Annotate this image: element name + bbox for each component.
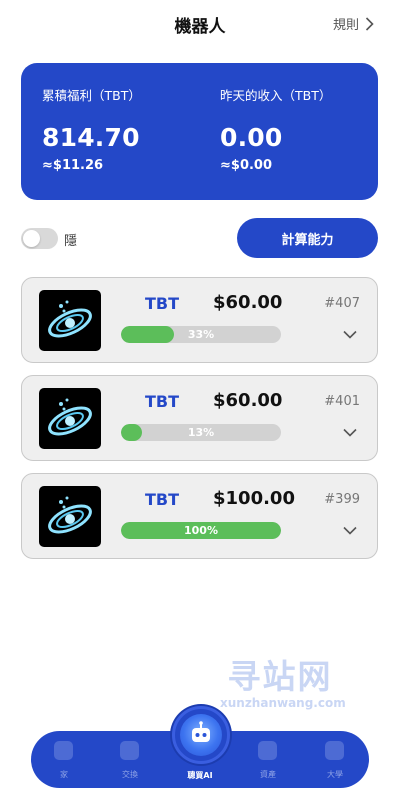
ai-robot-button[interactable] <box>172 706 230 764</box>
home-icon <box>54 741 73 760</box>
watermark-text: 寻站网 <box>227 657 333 696</box>
robot-progress-bar: 100% <box>121 522 281 539</box>
chevron-down-icon[interactable] <box>343 330 357 339</box>
robot-amount: $60.00 <box>213 390 283 411</box>
robot-token: TBT <box>145 490 180 509</box>
robot-progress-bar: 13% <box>121 424 281 441</box>
chevron-down-icon[interactable] <box>343 428 357 437</box>
hide-toggle[interactable] <box>21 228 58 249</box>
nav-item-exchange[interactable]: 交換 <box>100 731 160 788</box>
robot-icon <box>180 714 222 756</box>
rules-label: 規則 <box>332 18 359 33</box>
chevron-right-icon <box>365 16 374 31</box>
earnings-summary-card: 累積福利（TBT） 814.70 ≈$11.26 昨天的收入（TBT） 0.00… <box>21 63 378 200</box>
chevron-down-icon[interactable] <box>343 526 357 535</box>
robot-amount: $60.00 <box>213 292 283 313</box>
wallet-icon <box>258 741 277 760</box>
nav-label: 家 <box>60 770 68 779</box>
yesterday-earnings-label: 昨天的收入（TBT） <box>220 88 332 103</box>
nav-label: 大學 <box>327 770 343 779</box>
total-earnings-value: 814.70 <box>42 123 140 152</box>
watermark: 寻站网 xunzhanwang.com <box>220 650 346 710</box>
total-earnings: 累積福利（TBT） 814.70 ≈$11.26 <box>42 85 141 173</box>
nav-label: 聰買AI <box>187 771 213 780</box>
token-logo-icon <box>39 290 101 351</box>
toggle-knob <box>23 230 40 247</box>
token-logo-icon <box>39 486 101 547</box>
token-logo-icon <box>39 388 101 449</box>
robot-id: #407 <box>324 296 360 311</box>
robot-progress-label: 100% <box>184 524 218 537</box>
robot-progress-bar: 33% <box>121 326 281 343</box>
watermark-url: xunzhanwang.com <box>220 696 346 710</box>
robot-token: TBT <box>145 294 180 313</box>
total-earnings-label: 累積福利（TBT） <box>42 88 141 103</box>
compute-power-button[interactable]: 計算能力 <box>237 218 378 258</box>
rules-link[interactable]: 規則 <box>333 14 374 33</box>
nav-label: 資產 <box>260 770 276 779</box>
nav-item-university[interactable]: 大學 <box>305 731 365 788</box>
robot-amount: $100.00 <box>213 488 295 509</box>
exchange-icon <box>120 741 139 760</box>
hide-label: 隱 <box>64 234 78 249</box>
robot-card[interactable]: TBT $60.00 #407 33% <box>21 277 378 363</box>
yesterday-earnings-value: 0.00 <box>220 123 283 152</box>
robot-id: #399 <box>324 492 360 507</box>
controls-row: 隱 計算能力 <box>21 218 378 258</box>
yesterday-earnings-usd: ≈$0.00 <box>220 158 273 173</box>
robot-progress-label: 13% <box>187 426 215 439</box>
yesterday-earnings: 昨天的收入（TBT） 0.00 ≈$0.00 <box>220 85 331 173</box>
robot-id: #401 <box>324 394 360 409</box>
nav-item-assets[interactable]: 資產 <box>238 731 298 788</box>
chat-icon <box>325 741 344 760</box>
top-bar: 機器人 規則 <box>0 0 400 46</box>
robot-token: TBT <box>145 392 180 411</box>
nav-item-home[interactable]: 家 <box>34 731 94 788</box>
robot-card[interactable]: TBT $60.00 #401 13% <box>21 375 378 461</box>
total-earnings-usd: ≈$11.26 <box>42 158 104 173</box>
robot-card[interactable]: TBT $100.00 #399 100% <box>21 473 378 559</box>
nav-label: 交換 <box>122 770 138 779</box>
robot-progress-label: 33% <box>187 328 215 341</box>
